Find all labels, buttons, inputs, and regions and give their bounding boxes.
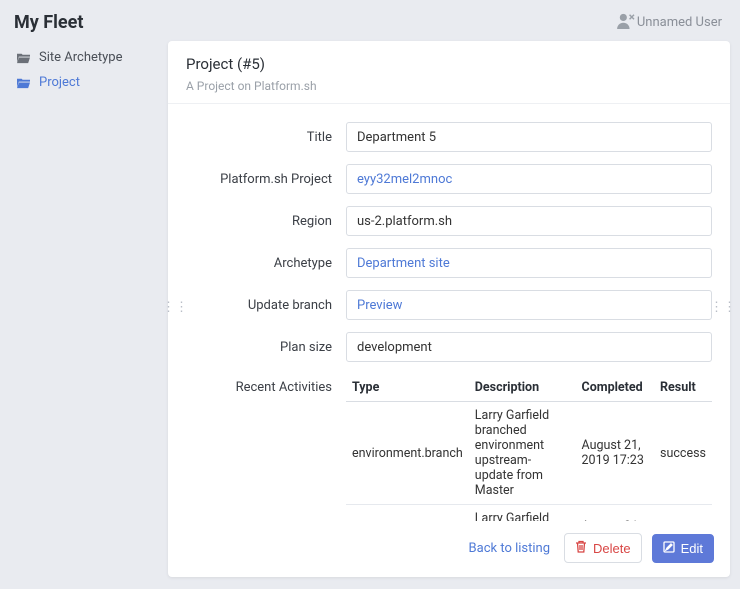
table-row: environment.push Larry Garfield pushed t…	[346, 505, 712, 522]
field-value-archetype[interactable]: Department site	[346, 248, 712, 278]
detail-card: Project (#5) A Project on Platform.sh Ti…	[168, 41, 730, 577]
field-label: Recent Activities	[186, 374, 346, 395]
field-label: Region	[186, 214, 346, 229]
card-footer: Back to listing Delete Edit	[168, 521, 730, 577]
edit-button[interactable]: Edit	[652, 534, 714, 563]
user-icon	[617, 13, 635, 33]
field-value-region[interactable]: us-2.platform.sh	[346, 206, 712, 236]
cell-result: success	[654, 402, 712, 505]
field-value-plan-size[interactable]: development	[346, 332, 712, 362]
table-row: environment.branch Larry Garfield branch…	[346, 402, 712, 505]
field-region: Region us-2.platform.sh	[186, 206, 712, 236]
platform-project-link[interactable]: eyy32mel2mnoc	[357, 172, 452, 187]
drag-handle-icon[interactable]: ⋮⋮	[162, 300, 188, 315]
delete-button[interactable]: Delete	[564, 533, 642, 563]
user-name: Unnamed User	[637, 15, 722, 30]
delete-label: Delete	[593, 541, 631, 556]
folder-open-icon	[16, 51, 31, 64]
user-chip[interactable]: Unnamed User	[617, 13, 722, 33]
trash-icon	[575, 540, 587, 556]
sidebar-item-site-archetype[interactable]: Site Archetype	[12, 45, 156, 70]
cell-description: Larry Garfield branched environment upst…	[469, 402, 576, 505]
drag-handle-icon[interactable]: ⋮⋮	[710, 300, 736, 315]
field-label: Update branch	[186, 298, 346, 313]
cell-completed: August 21, 2019 17:23	[576, 402, 654, 505]
field-label: Platform.sh Project	[186, 172, 346, 187]
field-label: Plan size	[186, 340, 346, 355]
folder-open-icon	[16, 76, 31, 89]
col-result: Result	[654, 374, 712, 402]
edit-label: Edit	[681, 541, 703, 556]
field-platform-project: Platform.sh Project eyy32mel2mnoc	[186, 164, 712, 194]
field-label: Title	[186, 130, 346, 145]
card-header: Project (#5) A Project on Platform.sh	[168, 41, 730, 104]
field-archetype: Archetype Department site	[186, 248, 712, 278]
edit-icon	[663, 541, 675, 556]
cell-type: environment.branch	[346, 402, 469, 505]
back-to-listing-link[interactable]: Back to listing	[469, 541, 550, 556]
field-value-update-branch[interactable]: Preview	[346, 290, 712, 320]
page-title: Project (#5)	[186, 55, 712, 73]
page-subtitle: A Project on Platform.sh	[186, 79, 712, 93]
activities-scroll[interactable]: Type Description Completed Result enviro…	[346, 374, 712, 521]
sidebar-item-project[interactable]: Project	[12, 70, 156, 95]
field-recent-activities: Recent Activities Type Description Compl…	[186, 374, 712, 521]
app-title: My Fleet	[14, 12, 83, 33]
activities-table: Type Description Completed Result enviro…	[346, 374, 712, 521]
col-completed: Completed	[576, 374, 654, 402]
update-branch-link[interactable]: Preview	[357, 298, 402, 313]
sidebar-item-label: Project	[39, 75, 80, 90]
col-description: Description	[469, 374, 576, 402]
field-value-platform-project[interactable]: eyy32mel2mnoc	[346, 164, 712, 194]
field-label: Archetype	[186, 256, 346, 271]
field-plan-size: Plan size development	[186, 332, 712, 362]
card-body: Title Department 5 Platform.sh Project e…	[168, 104, 730, 521]
topbar: My Fleet Unnamed User	[0, 0, 740, 41]
sidebar: Site Archetype Project	[10, 41, 158, 577]
col-type: Type	[346, 374, 469, 402]
cell-result: success	[654, 505, 712, 522]
field-update-branch: Update branch Preview	[186, 290, 712, 320]
archetype-link[interactable]: Department site	[357, 256, 450, 271]
field-title: Title Department 5	[186, 122, 712, 152]
sidebar-item-label: Site Archetype	[39, 50, 122, 65]
field-value-title[interactable]: Department 5	[346, 122, 712, 152]
cell-type: environment.push	[346, 505, 469, 522]
cell-completed: August 21, 2019 17:09	[576, 505, 654, 522]
cell-description: Larry Garfield pushed to Master	[469, 505, 576, 522]
